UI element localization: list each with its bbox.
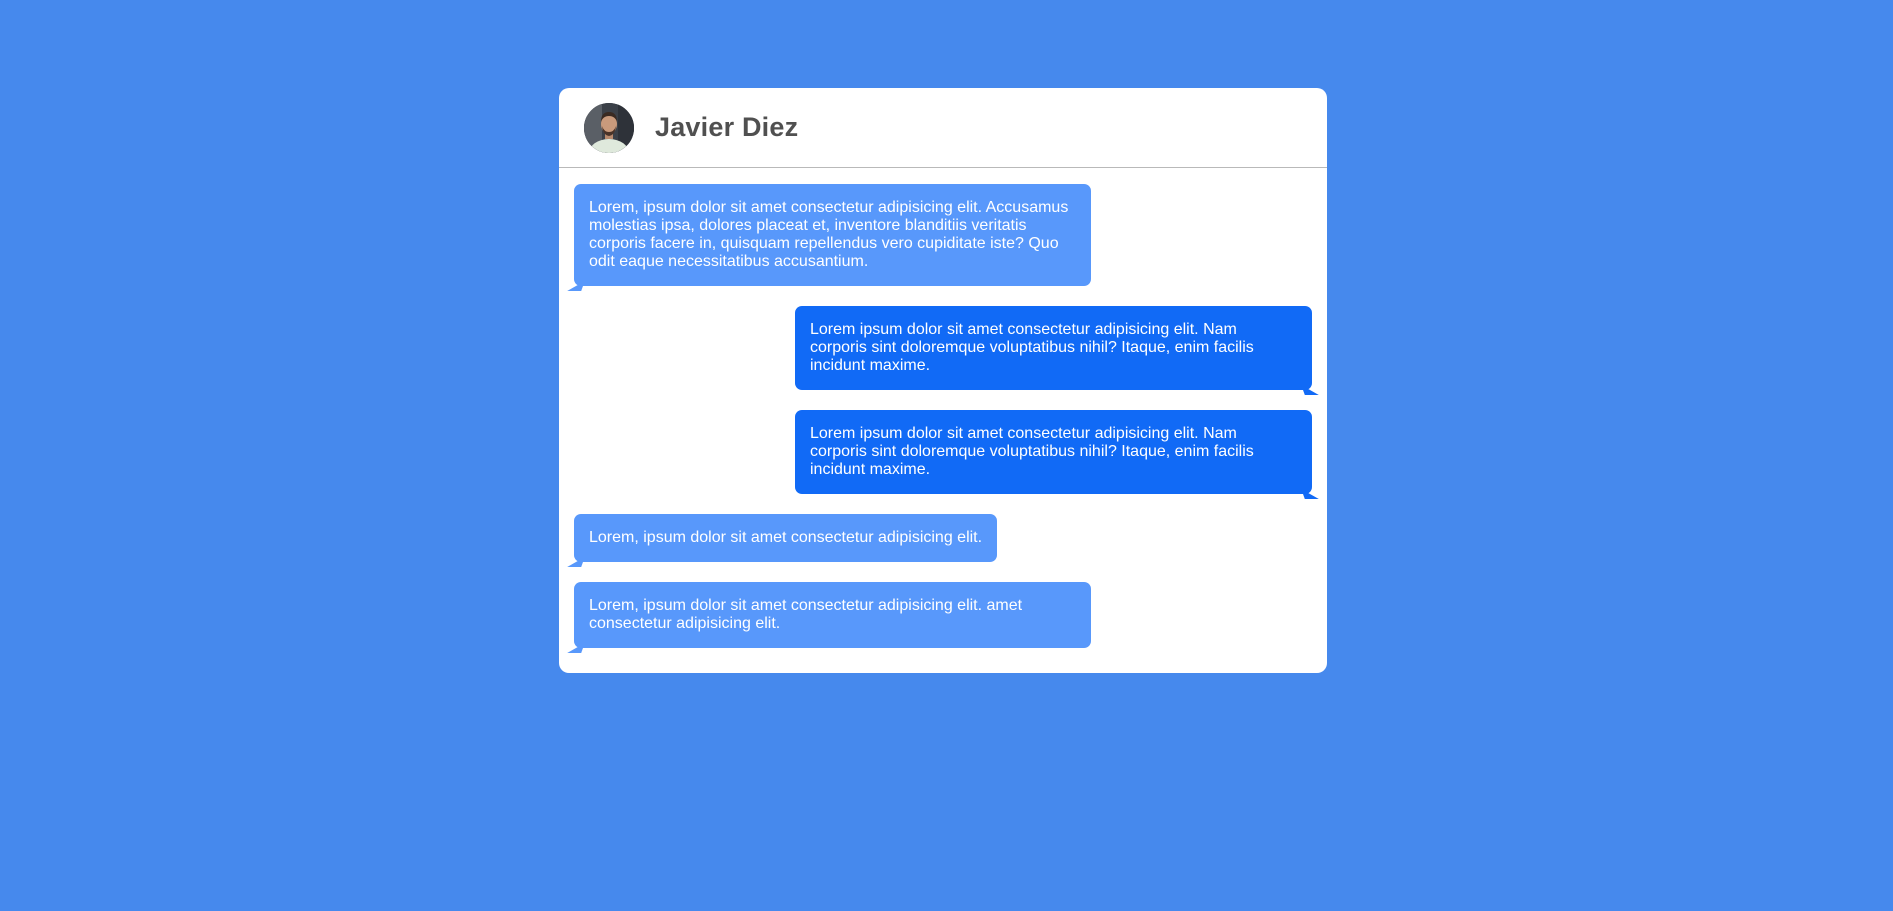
chat-header: Javier Diez xyxy=(559,88,1327,168)
message-sent: Lorem ipsum dolor sit amet consectetur a… xyxy=(795,306,1312,390)
user-avatar-icon xyxy=(584,102,634,153)
message-sent: Lorem ipsum dolor sit amet consectetur a… xyxy=(795,410,1312,494)
message-list: Lorem, ipsum dolor sit amet consectetur … xyxy=(559,168,1327,648)
chat-window: Javier Diez Lorem, ipsum dolor sit amet … xyxy=(559,88,1327,673)
message-received: Lorem, ipsum dolor sit amet consectetur … xyxy=(574,582,1091,648)
avatar[interactable] xyxy=(584,102,634,153)
message-received: Lorem, ipsum dolor sit amet consectetur … xyxy=(574,184,1091,286)
message-received: Lorem, ipsum dolor sit amet consectetur … xyxy=(574,514,998,562)
contact-name: Javier Diez xyxy=(655,112,799,142)
